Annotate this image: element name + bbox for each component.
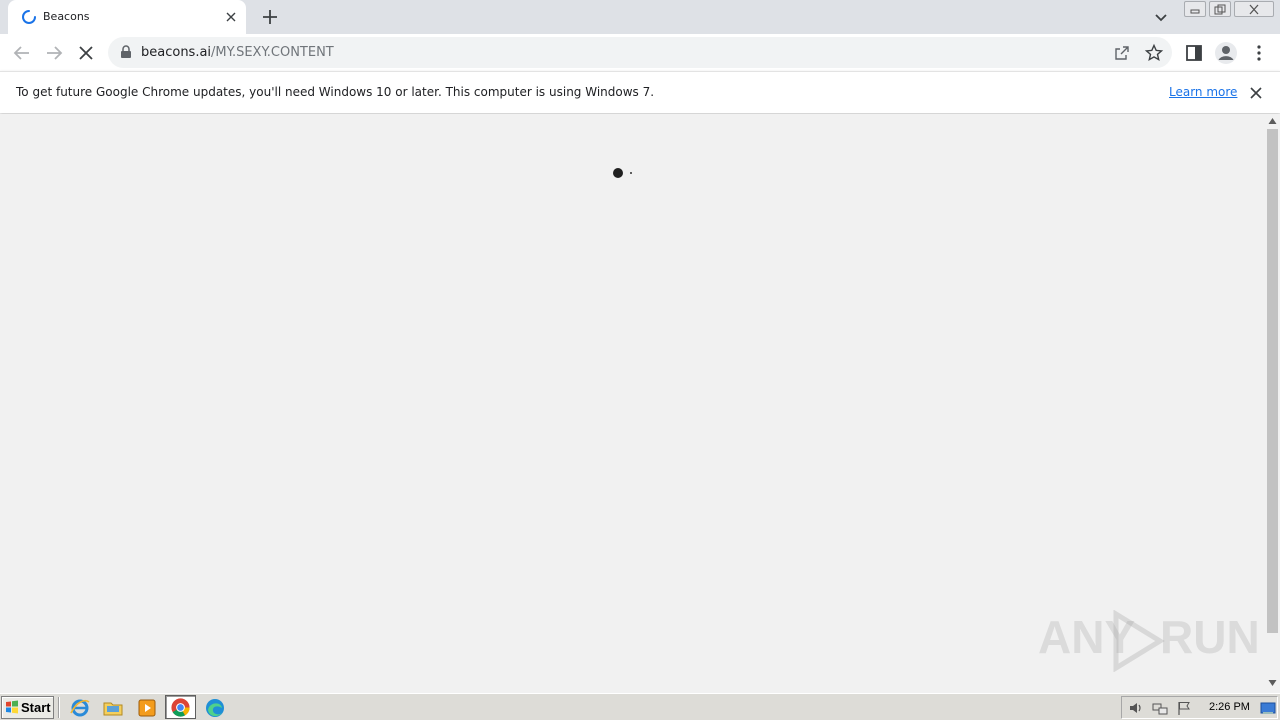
start-button[interactable]: Start — [1, 696, 54, 719]
profile-avatar-icon[interactable] — [1213, 40, 1239, 66]
taskbar-clock[interactable]: 2:26 PM — [1209, 701, 1250, 713]
chrome-taskbar-button[interactable] — [165, 695, 196, 719]
restore-icon — [1214, 4, 1226, 15]
network-icon[interactable] — [1152, 700, 1168, 716]
window-close-button[interactable] — [1234, 1, 1274, 17]
tab-search-chevron-icon[interactable] — [1150, 6, 1172, 28]
edge-icon[interactable] — [204, 697, 226, 719]
page-content — [0, 114, 1265, 691]
play-logo-icon — [1113, 610, 1165, 672]
kebab-menu-icon[interactable] — [1246, 40, 1272, 66]
forward-arrow-icon[interactable] — [41, 40, 67, 66]
infobar-close-icon[interactable] — [1247, 84, 1265, 102]
scroll-down-arrow-icon[interactable] — [1268, 679, 1277, 687]
windows-flag-icon — [6, 700, 18, 714]
internet-explorer-icon[interactable] — [69, 697, 91, 719]
lock-icon[interactable] — [120, 45, 132, 59]
loading-dot-large — [613, 168, 623, 178]
update-infobar: To get future Google Chrome updates, you… — [0, 71, 1280, 113]
stop-loading-icon[interactable] — [73, 40, 99, 66]
url-text[interactable]: beacons.ai/MY.SEXY.CONTENT — [141, 45, 334, 60]
infobar-message: To get future Google Chrome updates, you… — [16, 85, 655, 99]
tab-close-icon[interactable] — [222, 8, 240, 26]
address-bar[interactable]: beacons.ai/MY.SEXY.CONTENT — [108, 37, 1172, 68]
vertical-scrollbar[interactable] — [1265, 114, 1280, 691]
show-desktop-icon[interactable] — [1260, 700, 1276, 716]
windows-taskbar: Start 2:26 PM — [0, 693, 1280, 720]
loading-spinner-icon — [22, 10, 36, 24]
url-path: /MY.SEXY.CONTENT — [211, 45, 334, 60]
back-arrow-icon[interactable] — [9, 40, 35, 66]
watermark-right-text: RUN — [1160, 611, 1260, 663]
share-icon[interactable] — [1112, 43, 1132, 63]
tab-beacons[interactable]: Beacons — [8, 0, 246, 34]
loading-dot-small — [630, 172, 632, 174]
window-minimize-button[interactable] — [1184, 1, 1206, 17]
close-icon — [1249, 4, 1259, 15]
side-panel-icon[interactable] — [1181, 40, 1207, 66]
anyrun-watermark: ANY RUN — [1038, 610, 1260, 672]
tab-title: Beacons — [43, 10, 90, 23]
new-tab-icon[interactable] — [259, 6, 281, 28]
start-label: Start — [21, 700, 51, 715]
folder-icon[interactable] — [102, 697, 124, 719]
learn-more-link[interactable]: Learn more — [1169, 85, 1237, 99]
minimize-icon — [1190, 9, 1200, 14]
action-center-flag-icon[interactable] — [1176, 700, 1192, 716]
media-player-icon[interactable] — [136, 697, 158, 719]
scrollbar-thumb[interactable] — [1267, 129, 1278, 633]
scroll-up-arrow-icon[interactable] — [1268, 117, 1277, 125]
tab-strip: Beacons — [0, 0, 1280, 34]
chrome-icon — [171, 698, 190, 717]
browser-toolbar: beacons.ai/MY.SEXY.CONTENT — [0, 34, 1280, 71]
window-restore-button[interactable] — [1209, 1, 1231, 17]
bookmark-star-icon[interactable] — [1144, 43, 1164, 63]
url-host: beacons.ai — [141, 45, 212, 60]
system-tray: 2:26 PM — [1121, 696, 1278, 719]
volume-icon[interactable] — [1128, 700, 1144, 716]
taskbar-separator — [58, 697, 60, 718]
